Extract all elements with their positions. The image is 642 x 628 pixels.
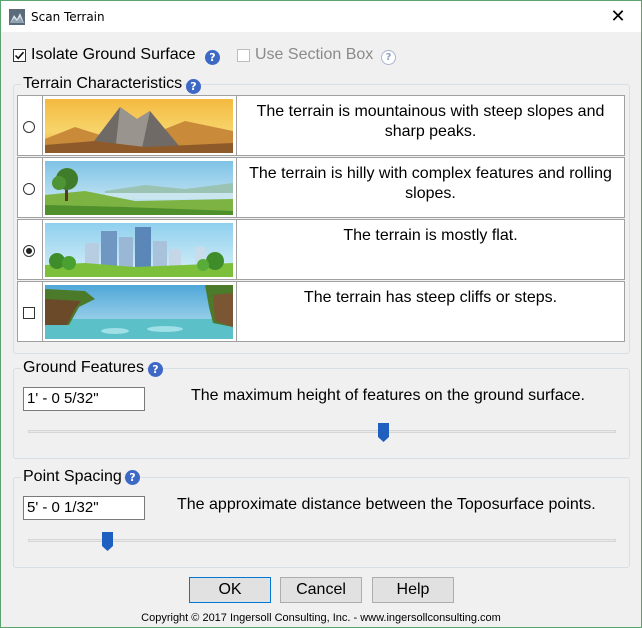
- cancel-button[interactable]: Cancel: [280, 577, 362, 603]
- title-bar[interactable]: Scan Terrain ✕: [1, 1, 641, 32]
- terrain-radio-flat[interactable]: [23, 245, 35, 257]
- terrain-radio-mountainous[interactable]: [23, 121, 35, 133]
- point-spacing-input[interactable]: 5' - 0 1/32": [23, 496, 145, 520]
- terrain-image-cell: [42, 220, 237, 279]
- ground-features-help-icon[interactable]: ?: [148, 362, 163, 377]
- ok-button[interactable]: OK: [189, 577, 271, 603]
- terrain-image-cell: [42, 158, 237, 217]
- isolate-ground-label[interactable]: Isolate Ground Surface: [31, 46, 196, 64]
- close-icon[interactable]: ✕: [595, 1, 641, 32]
- section-box-help-icon[interactable]: ?: [381, 50, 396, 65]
- ground-features-slider-track[interactable]: [28, 430, 616, 433]
- app-icon: [9, 9, 25, 25]
- terrain-image-cell: [42, 282, 237, 341]
- city-landscape-image: [45, 223, 233, 277]
- point-spacing-legend: Point Spacing: [21, 468, 124, 486]
- terrain-characteristics-legend: Terrain Characteristics: [21, 75, 185, 93]
- checkmark-icon: [14, 51, 25, 60]
- terrain-checkbox-cliffs[interactable]: [23, 307, 35, 319]
- section-box-checkbox[interactable]: [237, 49, 250, 62]
- terrain-description-hilly: The terrain is hilly with complex featur…: [249, 165, 612, 202]
- ground-features-input[interactable]: 1' - 0 5/32": [23, 387, 145, 411]
- ground-features-legend: Ground Features: [21, 359, 146, 377]
- terrain-description-cliffs: The terrain has steep cliffs or steps.: [303, 289, 558, 306]
- cliff-landscape-image: [45, 285, 233, 339]
- terrain-radio-hilly[interactable]: [23, 183, 35, 195]
- terrain-description-flat: The terrain is mostly flat.: [343, 227, 518, 244]
- section-box-label[interactable]: Use Section Box: [255, 46, 373, 64]
- isolate-ground-help-icon[interactable]: ?: [205, 50, 220, 65]
- terrain-select-cell: [18, 220, 43, 279]
- help-button[interactable]: Help: [372, 577, 454, 603]
- hill-landscape-image: [45, 161, 233, 215]
- ground-features-hint: The maximum height of features on the gr…: [191, 387, 585, 404]
- terrain-select-cell: [18, 282, 43, 341]
- terrain-row-hilly[interactable]: The terrain is hilly with complex featur…: [17, 157, 625, 218]
- point-spacing-slider-track[interactable]: [28, 539, 616, 542]
- point-spacing-help-icon[interactable]: ?: [125, 470, 140, 485]
- window-title: Scan Terrain: [31, 10, 105, 24]
- terrain-row-flat[interactable]: The terrain is mostly flat.: [17, 219, 625, 280]
- terrain-description-mountainous: The terrain is mountainous with steep sl…: [256, 103, 605, 140]
- point-spacing-hint: The approximate distance between the Top…: [177, 496, 596, 513]
- mountain-landscape-image: [45, 99, 233, 153]
- terrain-select-cell: [18, 158, 43, 217]
- point-spacing-group: [13, 477, 630, 568]
- terrain-row-mountainous[interactable]: The terrain is mountainous with steep sl…: [17, 95, 625, 156]
- terrain-select-cell: [18, 96, 43, 155]
- isolate-ground-checkbox[interactable]: [13, 49, 26, 62]
- ground-features-group: [13, 368, 630, 459]
- scan-terrain-dialog: Scan Terrain ✕ Isolate Ground Surface ? …: [0, 0, 642, 628]
- copyright-footer: Copyright © 2017 Ingersoll Consulting, I…: [141, 612, 501, 624]
- terrain-image-cell: [42, 96, 237, 155]
- radio-selected-dot: [26, 248, 32, 254]
- point-spacing-slider-thumb[interactable]: [101, 532, 113, 551]
- terrain-row-cliffs[interactable]: The terrain has steep cliffs or steps.: [17, 281, 625, 342]
- terrain-help-icon[interactable]: ?: [186, 79, 201, 94]
- ground-features-slider-thumb[interactable]: [378, 423, 390, 442]
